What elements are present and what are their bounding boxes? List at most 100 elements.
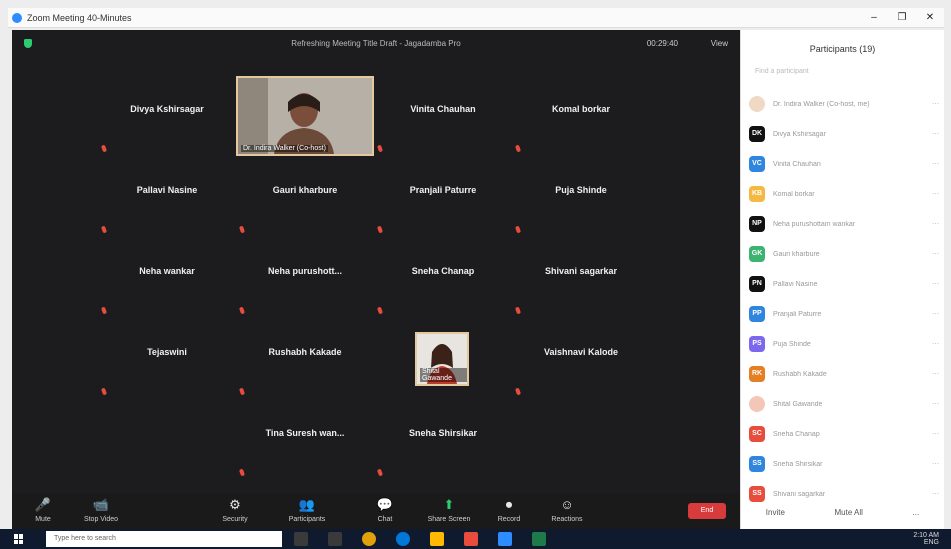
tray-language: ENG [923,539,939,546]
view-button[interactable]: View [711,39,728,48]
zoom-app-icon [12,12,22,23]
participant-name: Neha purushottam wankar [773,220,856,228]
participant-avatar: SS [749,456,765,472]
invite-button[interactable]: Invite [766,508,785,517]
edge-icon[interactable] [396,532,410,546]
taskbar-app-icon[interactable] [532,532,546,546]
taskbar-app-icon[interactable] [328,532,342,546]
mic-video-status-icon: ⋯ [932,101,939,108]
participant-row[interactable]: NP Neha purushottam wankar ⋯ [749,214,939,234]
share-screen-label: Share Screen [427,516,471,523]
participant-tile[interactable]: Pallavi Nasine [98,157,236,237]
mute-label: Mute [35,516,51,523]
participant-row[interactable]: VC Vinita Chauhan ⋯ [749,154,939,174]
participant-tile[interactable]: Vaishnavi Kalode [512,319,650,399]
participant-tile[interactable]: Puja Shinde [512,157,650,237]
participant-tile[interactable]: Komal borkar [512,76,650,156]
participant-row[interactable]: PS Puja Shinde ⋯ [749,334,939,354]
participant-avatar [749,396,765,412]
participant-tile[interactable]: Gauri kharbure [236,157,374,237]
participant-tile-name: Tina Suresh wan... [265,428,345,438]
file-explorer-icon[interactable] [430,532,444,546]
participant-tile-name: Neha purushott... [268,266,342,276]
muted-mic-icon [100,387,108,396]
participant-tile[interactable]: Rushabh Kakade [236,319,374,399]
participant-tile[interactable]: Pranjali Paturre [374,157,512,237]
participant-row[interactable]: RK Rushabh Kakade ⋯ [749,364,939,384]
participant-row[interactable]: PP Pranjali Paturre ⋯ [749,304,939,324]
zoom-taskbar-icon[interactable] [498,532,512,546]
participant-row[interactable]: SS Sneha Shirsikar ⋯ [749,454,939,474]
participant-name: Vinita Chauhan [773,160,821,168]
security-icon: ⚙ [229,497,241,512]
video-tile-host[interactable]: Dr. Indira Walker (Co-host) [236,76,374,156]
task-view-icon[interactable] [294,532,308,546]
participant-tile[interactable]: Tejaswini [98,319,236,399]
muted-mic-icon [376,144,384,153]
participant-row[interactable]: PN Pallavi Nasine ⋯ [749,274,939,294]
muted-mic-icon [238,468,246,477]
taskbar-search-input[interactable]: Type here to search [46,531,282,547]
participants-panel-footer: Invite Mute All ... [741,508,944,517]
participant-search-input[interactable]: Find a participant [755,68,931,82]
microphone-icon: 🎤 [34,497,52,512]
security-label: Security [222,516,248,523]
participant-avatar: SS [749,486,765,502]
participant-name: Sneha Shirsikar [773,460,823,468]
chat-button[interactable]: 💬 Chat [356,497,414,523]
participant-tile[interactable]: Neha purushott... [236,238,374,318]
participant-tile[interactable]: Vinita Chauhan [374,76,512,156]
mic-video-status-icon: ⋯ [932,221,939,228]
muted-mic-icon [376,468,384,477]
muted-mic-icon [100,225,108,234]
screen: Zoom Meeting 40-Minutes – ❐ ✕ Refreshing… [0,0,951,549]
participant-row[interactable]: DK Divya Kshirsagar ⋯ [749,124,939,144]
window-controls: – ❐ ✕ [860,12,944,23]
more-options-button[interactable]: ... [913,508,920,517]
participant-name: Pranjali Paturre [773,310,822,318]
muted-mic-icon [238,306,246,315]
stop-video-button[interactable]: 📹 Stop Video [72,497,130,523]
security-button[interactable]: ⚙ Security [206,497,264,523]
participant-tile[interactable]: Shivani sagarkar [512,238,650,318]
share-screen-button[interactable]: ⬆ Share Screen [420,497,478,523]
meeting-area: Refreshing Meeting Title Draft - Jagadam… [12,30,740,493]
minimize-button[interactable]: – [860,12,888,23]
muted-mic-icon [514,225,522,234]
taskbar-app-icon[interactable] [464,532,478,546]
record-button[interactable]: ⏺ Record [480,497,538,523]
system-tray[interactable]: 2:10 AM ENG [913,532,939,546]
participant-row[interactable]: Dr. Indira Walker (Co-host, me) ⋯ [749,94,939,114]
maximize-button[interactable]: ❐ [888,12,916,23]
chrome-icon[interactable] [362,532,376,546]
video-tile-participant[interactable]: Shital Gawande [415,332,469,386]
participant-tile-name: Sneha Chanap [411,266,475,276]
participants-panel-title: Participants (19) [809,44,876,54]
participant-tile[interactable]: Sneha Chanap [374,238,512,318]
close-button[interactable]: ✕ [916,12,944,23]
participant-tile[interactable]: Sneha Shirsikar [374,400,512,480]
participant-row[interactable]: GK Gauri kharbure ⋯ [749,244,939,264]
participant-tile[interactable]: Tina Suresh wan... [236,400,374,480]
participant-name: Gauri kharbure [773,250,820,258]
participants-button[interactable]: 👥 Participants [278,497,336,523]
participant-tile[interactable]: Divya Kshirsagar [98,76,236,156]
mic-video-status-icon: ⋯ [932,191,939,198]
participant-avatar [749,96,765,112]
reactions-button[interactable]: ☺ Reactions [538,497,596,523]
participant-tile-name: Divya Kshirsagar [130,104,204,114]
participant-row[interactable]: SC Sneha Chanap ⋯ [749,424,939,444]
mic-video-status-icon: ⋯ [932,161,939,168]
windows-start-icon[interactable] [14,534,24,544]
participant-name: Shivani sagarkar [773,490,826,498]
muted-mic-icon [376,225,384,234]
meeting-title: Refreshing Meeting Title Draft - Jagadam… [291,38,461,48]
mute-button[interactable]: 🎤 Mute [14,497,72,523]
participant-row[interactable]: Shital Gawande ⋯ [749,394,939,414]
end-meeting-button[interactable]: End [688,503,726,519]
participant-row[interactable]: KB Komal borkar ⋯ [749,184,939,204]
window-title: Zoom Meeting 40-Minutes [27,12,132,23]
mute-all-button[interactable]: Mute All [834,508,862,517]
participant-tile[interactable]: Neha wankar [98,238,236,318]
participant-row[interactable]: SS Shivani sagarkar ⋯ [749,484,939,504]
